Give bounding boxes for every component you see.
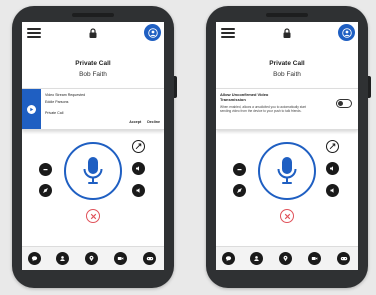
video-request-notification: Video Stream Requested Eddie Parsons Pri… xyxy=(22,88,164,130)
volume-button xyxy=(368,76,371,98)
hamburger-icon[interactable] xyxy=(221,28,235,38)
volume-up-button[interactable] xyxy=(326,162,339,175)
decline-button[interactable]: Decline xyxy=(147,120,160,124)
speaker-button[interactable] xyxy=(233,163,246,176)
notification-sender: Eddie Parsons xyxy=(45,100,69,104)
phone-screen: Private Call Bob Faith Video Stream Requ… xyxy=(22,22,164,270)
caller-name: Bob Faith xyxy=(79,71,107,78)
stage: Private Call Bob Faith Video Stream Requ… xyxy=(0,0,376,295)
microphone-icon xyxy=(277,157,297,184)
flag-button[interactable] xyxy=(326,140,339,153)
user-icon[interactable] xyxy=(144,24,161,41)
lock-icon xyxy=(283,28,291,38)
mute-button[interactable] xyxy=(233,184,246,197)
bottom-nav xyxy=(22,246,164,270)
video-icon[interactable] xyxy=(308,252,321,265)
video-setting-notification: Allow Unconfirmed Video Transmission Whe… xyxy=(216,88,358,130)
flag-button[interactable] xyxy=(132,140,145,153)
microphone-icon xyxy=(83,157,103,184)
call-title: Private Call xyxy=(269,60,305,67)
hamburger-icon[interactable] xyxy=(27,28,41,38)
setting-title: Allow Unconfirmed Video Transmission xyxy=(220,92,269,102)
phone-right: Private Call Bob Faith Allow Unconfirmed… xyxy=(206,6,371,288)
gamepad-icon[interactable] xyxy=(143,252,156,265)
notification-type: Private Call xyxy=(45,111,64,115)
end-call-button[interactable] xyxy=(280,209,294,223)
call-title: Private Call xyxy=(75,60,111,67)
speaker-button[interactable] xyxy=(39,163,52,176)
end-call-button[interactable] xyxy=(86,209,100,223)
location-icon[interactable] xyxy=(85,252,98,265)
contacts-icon[interactable] xyxy=(56,252,69,265)
notification-actions: Accept Decline xyxy=(129,120,160,124)
location-icon[interactable] xyxy=(279,252,292,265)
lock-icon xyxy=(89,28,97,38)
end-call-icon xyxy=(90,213,96,219)
volume-up-button[interactable] xyxy=(132,162,145,175)
end-call-icon xyxy=(284,213,290,219)
caller-name: Bob Faith xyxy=(273,71,301,78)
notification-title: Video Stream Requested xyxy=(45,93,86,97)
user-icon[interactable] xyxy=(338,24,355,41)
bottom-nav xyxy=(216,246,358,270)
setting-description: When enabled, allows a unsolicited you t… xyxy=(220,105,306,113)
chat-icon[interactable] xyxy=(222,252,235,265)
video-transmission-toggle[interactable] xyxy=(336,99,352,108)
volume-down-button[interactable] xyxy=(132,184,145,197)
video-icon[interactable] xyxy=(114,252,127,265)
video-play-tab[interactable] xyxy=(22,89,41,129)
chat-icon[interactable] xyxy=(28,252,41,265)
volume-down-button[interactable] xyxy=(326,184,339,197)
phone-screen: Private Call Bob Faith Allow Unconfirmed… xyxy=(216,22,358,270)
top-bar xyxy=(216,22,358,44)
phone-speaker xyxy=(266,13,308,17)
mute-button[interactable] xyxy=(39,184,52,197)
toggle-knob xyxy=(338,101,343,106)
top-bar xyxy=(22,22,164,44)
phone-speaker xyxy=(72,13,114,17)
contacts-icon[interactable] xyxy=(250,252,263,265)
push-to-talk-button[interactable] xyxy=(64,142,122,200)
accept-button[interactable]: Accept xyxy=(129,120,141,124)
push-to-talk-button[interactable] xyxy=(258,142,316,200)
volume-button xyxy=(174,76,177,98)
phone-left: Private Call Bob Faith Video Stream Requ… xyxy=(12,6,177,288)
gamepad-icon[interactable] xyxy=(337,252,350,265)
